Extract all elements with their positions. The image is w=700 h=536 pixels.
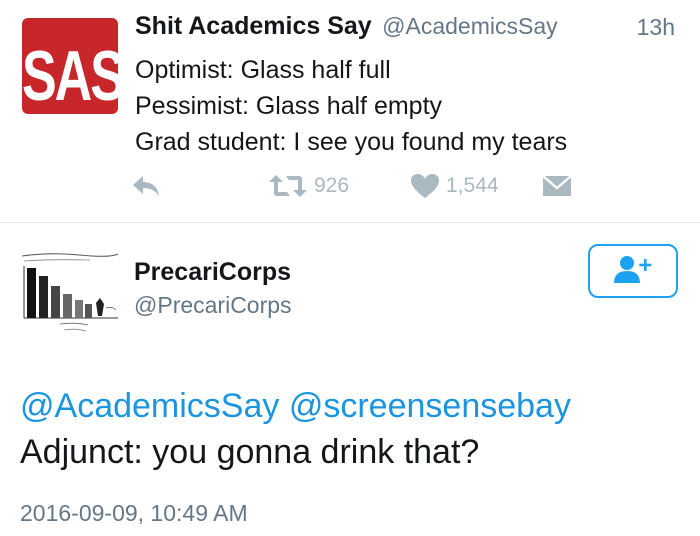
tweet-line: Optimist: Glass half full [135, 56, 391, 84]
heart-icon [410, 173, 440, 199]
chart-thumbnail-icon [20, 248, 120, 348]
avatar-logo-text: SAS [22, 37, 118, 114]
retweet-button[interactable]: 926 [268, 168, 349, 204]
like-button[interactable]: 1,544 [410, 168, 499, 204]
author-handle[interactable]: @PrecariCorps [134, 292, 292, 319]
avatar[interactable] [20, 248, 120, 348]
divider [0, 222, 700, 223]
tweet-text: Optimist: Glass half full Pessimist: Gla… [135, 52, 685, 160]
direct-message-button[interactable] [542, 168, 572, 204]
reply-message: Adjunct: you gonna drink that? [20, 433, 480, 471]
add-user-icon [611, 253, 655, 290]
mention-link[interactable]: @screensensebay [289, 387, 571, 425]
reply-arrow-icon [131, 173, 161, 199]
tweet-actions: 926 1,544 [0, 168, 700, 204]
tweet-line: Grad student: I see you found my tears [135, 128, 568, 156]
tweet-line: Pessimist: Glass half empty [135, 92, 443, 120]
timestamp[interactable]: 2016-09-09, 10:49 AM [20, 500, 248, 527]
author-name[interactable]: Shit Academics Say [135, 12, 372, 40]
tweet-header: Shit Academics Say @AcademicsSay 13h [135, 12, 675, 48]
avatar[interactable]: SAS [22, 18, 118, 114]
retweet-icon [268, 173, 308, 199]
like-count: 1,544 [446, 174, 499, 197]
follow-button[interactable] [588, 244, 678, 298]
envelope-icon [542, 174, 572, 198]
retweet-count: 926 [314, 174, 350, 197]
reply-button[interactable] [131, 168, 161, 204]
author-name[interactable]: PrecariCorps [134, 258, 291, 287]
author-handle[interactable]: @AcademicsSay [382, 13, 557, 39]
tweet[interactable]: SAS Shit Academics Say @AcademicsSay 13h… [0, 0, 700, 222]
mentions-line: @AcademicsSay @screensensebay [20, 384, 690, 428]
reply-text: @AcademicsSay @screensensebay Adjunct: y… [20, 384, 690, 476]
tweet-time[interactable]: 13h [637, 14, 675, 41]
mention-link[interactable]: @AcademicsSay [20, 387, 279, 425]
